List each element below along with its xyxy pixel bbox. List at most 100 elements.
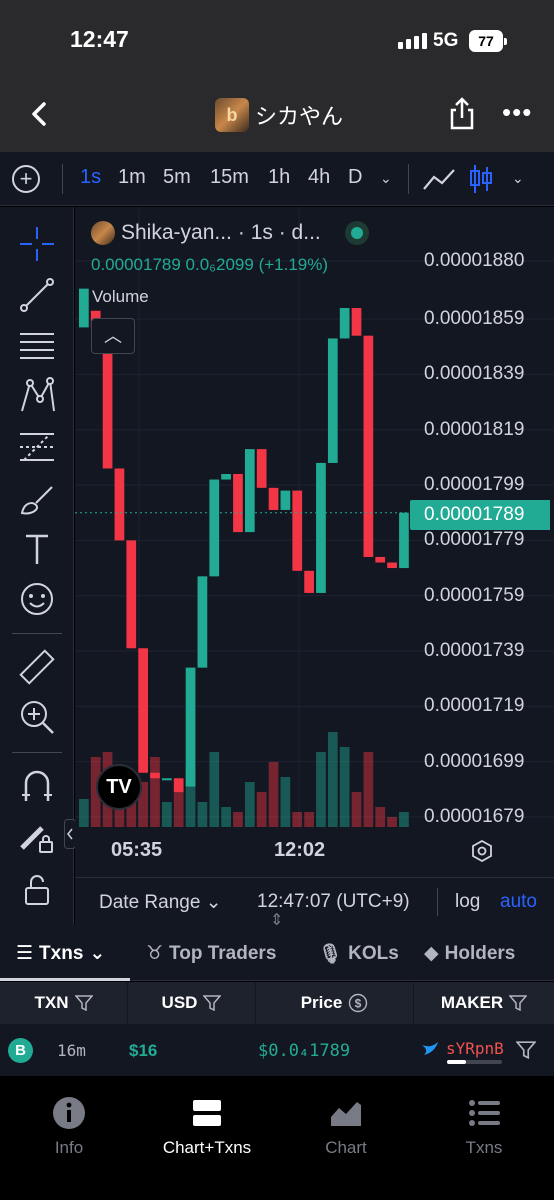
column-label: TXN (34, 993, 69, 1012)
trend-line-icon[interactable] (18, 276, 56, 314)
price-chart[interactable]: Shika-yan... · 1s · d... 0.00001789 0.0₆… (75, 207, 554, 925)
column-txn[interactable]: TXN (0, 982, 128, 1024)
timeframe-4h[interactable]: 4h (308, 166, 330, 189)
chart-settings-icon[interactable] (471, 840, 493, 862)
timeframe-dropdown-icon[interactable]: ⌄ (380, 170, 392, 187)
column-price[interactable]: Price $ (256, 982, 414, 1024)
svg-text:$: $ (355, 997, 362, 1011)
ruler-icon[interactable] (18, 648, 56, 686)
tab-kols[interactable]: 🎙 KOLs (318, 942, 399, 966)
price-tick: 0.00001880 (424, 250, 525, 271)
buy-badge: B (8, 1038, 33, 1063)
current-price-label: 0.00001789 (410, 500, 550, 530)
maker-balance-bar (447, 1060, 502, 1064)
price-tick: 0.00001719 (424, 695, 525, 717)
brush-icon[interactable] (18, 479, 56, 517)
lock-drawing-icon[interactable] (18, 818, 56, 856)
candle (387, 562, 397, 569)
column-usd[interactable]: USD (128, 982, 256, 1024)
txn-age: 16m (57, 1041, 86, 1060)
column-label: MAKER (440, 993, 504, 1012)
crosshair-icon[interactable] (18, 225, 56, 263)
more-icon[interactable]: ••• (502, 99, 532, 125)
nav-chart-txns[interactable]: Chart+Txns (138, 1096, 276, 1158)
date-range-button[interactable]: Date Range ⌄ (99, 891, 222, 914)
timeframe-1h[interactable]: 1h (268, 166, 290, 189)
back-icon[interactable] (22, 96, 58, 132)
fib-retracement-icon[interactable] (18, 428, 56, 466)
divider (408, 164, 409, 194)
price-tick: 0.00001779 (424, 529, 525, 551)
auto-scale-toggle[interactable]: auto (500, 891, 537, 913)
volume-bar (351, 792, 362, 827)
candle (138, 648, 148, 773)
timeframe-1m[interactable]: 1m (118, 166, 146, 189)
volume-label[interactable]: Volume (92, 287, 149, 307)
candle (150, 772, 160, 779)
drawing-toolbar (0, 207, 76, 925)
tradingview-logo[interactable]: TV (96, 764, 142, 810)
price-tick: 0.00001859 (424, 308, 525, 330)
collapse-legend-button[interactable]: ︿ (91, 318, 135, 354)
volume-bar (256, 792, 267, 827)
nav-label: Chart+Txns (162, 1138, 252, 1157)
battery-icon: 77 (469, 30, 507, 52)
candle (363, 335, 374, 557)
candles-icon[interactable] (468, 163, 494, 195)
tab-label: Txns (39, 942, 84, 964)
log-scale-toggle[interactable]: log (455, 891, 480, 913)
emoji-icon[interactable] (18, 580, 56, 618)
active-tab-indicator (0, 978, 130, 981)
share-icon[interactable] (446, 96, 478, 132)
tab-label: Holders (444, 942, 516, 964)
candle (375, 556, 386, 563)
timeframe-5m[interactable]: 5m (163, 166, 191, 189)
tab-holders[interactable]: ◆ Holders (424, 942, 515, 965)
filter-icon[interactable] (203, 995, 222, 1011)
candle (126, 540, 137, 649)
nav-txns[interactable]: Txns (415, 1096, 553, 1158)
legend-interval[interactable]: · 1s · d... (238, 221, 321, 245)
maker-address[interactable]: sYRpnB (446, 1039, 504, 1058)
timeframe-D[interactable]: D (348, 166, 362, 189)
filter-maker-icon[interactable] (516, 1040, 536, 1060)
time-tick-0: 05:35 (111, 839, 163, 861)
magnet-icon[interactable] (18, 767, 56, 805)
price-tick: 0.00001699 (424, 750, 525, 772)
legend-symbol[interactable]: Shika-yan... (121, 221, 232, 245)
nav-chart[interactable]: Chart (277, 1096, 415, 1158)
candle (173, 778, 184, 793)
volume-bar (161, 802, 172, 827)
candle (209, 479, 220, 577)
pattern-icon[interactable] (18, 377, 56, 415)
line-chart-icon[interactable] (422, 167, 456, 193)
tab-top-traders[interactable]: ♉ Top Traders (146, 942, 276, 965)
table-row[interactable]: B 16m $16 $0.0₄1789 sYRpnB (0, 1024, 554, 1076)
column-maker[interactable]: MAKER (414, 982, 554, 1024)
volume-bar (280, 777, 291, 827)
time-tick-1: 12:02 (274, 839, 326, 861)
timeframe-15m[interactable]: 15m (210, 166, 249, 189)
nav-info[interactable]: Info (0, 1096, 138, 1158)
text-icon[interactable] (18, 530, 56, 568)
bottom-navigation: Info Chart+Txns Chart Txns (0, 1076, 554, 1200)
parallel-lines-icon[interactable] (18, 326, 56, 364)
filter-icon[interactable] (74, 995, 93, 1011)
txn-tabs: ☰ Txns ⌄ ♉ Top Traders 🎙 KOLs ◆ Holders (0, 925, 554, 981)
unlock-icon[interactable] (18, 870, 56, 908)
dollar-toggle-icon[interactable]: $ (348, 993, 368, 1013)
candle (316, 462, 326, 593)
token-title: b シカやん (215, 98, 343, 132)
token-avatar: b (215, 98, 249, 132)
add-indicator-button[interactable]: + (12, 165, 40, 193)
volume-bar (339, 747, 350, 827)
volume-bar (316, 752, 326, 827)
tab-txns[interactable]: ☰ Txns ⌄ (16, 942, 105, 965)
volume-bar (150, 757, 160, 827)
trophy-icon: ♉ (146, 943, 164, 964)
filter-icon[interactable] (509, 995, 528, 1011)
chart-type-dropdown-icon[interactable]: ⌄ (512, 170, 524, 187)
zoom-in-icon[interactable] (18, 698, 56, 736)
timeframe-1s[interactable]: 1s (80, 166, 101, 189)
candle (197, 576, 208, 668)
